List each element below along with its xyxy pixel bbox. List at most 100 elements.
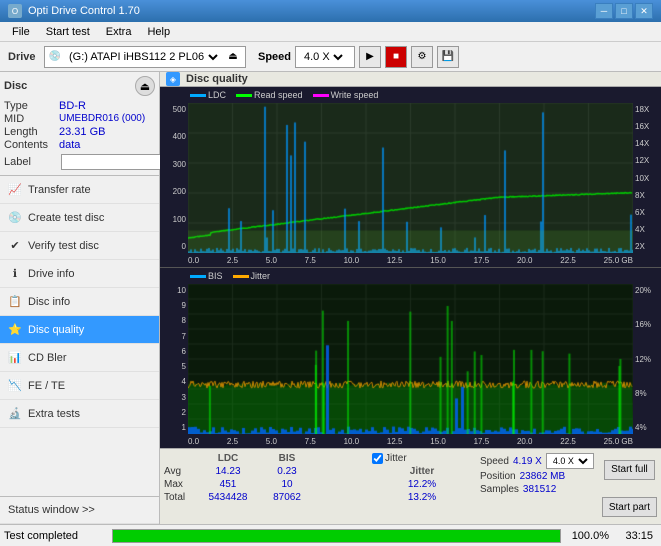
start-part-button[interactable]: Start part <box>602 497 657 517</box>
y-right-16x: 16X <box>635 122 649 131</box>
stop-button[interactable]: ■ <box>385 46 407 68</box>
title-bar: O Opti Drive Control 1.70 ─ □ ✕ <box>0 0 661 22</box>
sidebar-item-label-extra-tests: Extra tests <box>28 408 80 420</box>
drive-label: Drive <box>4 51 40 63</box>
main-layout: Disc ⏏ Type BD-R MID UMEBDR016 (000) Len… <box>0 72 661 524</box>
x-label-15: 15.0 <box>430 256 446 265</box>
stats-avg-jitter: 12.2% <box>372 479 472 490</box>
speed-stat-selector[interactable]: 4.0 X <box>546 453 594 469</box>
legend-ldc-label: LDC <box>208 90 226 100</box>
stats-total-bis: 87062 <box>262 492 312 503</box>
sidebar-item-drive-info[interactable]: ℹ Drive info <box>0 260 159 288</box>
minimize-button[interactable]: ─ <box>595 3 613 19</box>
x-label-10: 10.0 <box>344 256 360 265</box>
jitter-checkbox[interactable] <box>372 453 383 464</box>
start-full-button[interactable]: Start full <box>604 460 655 480</box>
x-label-7_5: 7.5 <box>305 256 316 265</box>
sidebar-item-transfer-rate[interactable]: 📈 Transfer rate <box>0 176 159 204</box>
sidebar-item-disc-info[interactable]: 📋 Disc info <box>0 288 159 316</box>
disc-contents-row: Contents data <box>4 139 155 151</box>
status-time: 33:15 <box>613 530 653 542</box>
stats-header-row: LDC BIS <box>164 453 364 464</box>
sidebar-item-label-disc-quality: Disc quality <box>28 324 84 336</box>
menu-file[interactable]: File <box>4 24 38 40</box>
disc-length-value: 23.31 GB <box>59 126 155 138</box>
progress-bar <box>112 529 561 543</box>
sidebar-item-label-fe-te: FE / TE <box>28 380 65 392</box>
sidebar-item-extra-tests[interactable]: 🔬 Extra tests <box>0 400 159 428</box>
legend-write-speed-color <box>313 94 329 97</box>
title-bar-controls: ─ □ ✕ <box>595 3 653 19</box>
bottom-chart-canvas <box>188 284 633 434</box>
play-button[interactable]: ▶ <box>359 46 381 68</box>
legend-bis-color <box>190 275 206 278</box>
maximize-button[interactable]: □ <box>615 3 633 19</box>
top-x-axis: 0.0 2.5 5.0 7.5 10.0 12.5 15.0 17.5 20.0… <box>160 253 661 267</box>
menu-bar: File Start test Extra Help <box>0 22 661 42</box>
drive-info-icon: ℹ <box>8 267 22 281</box>
status-window-label: Status window >> <box>8 504 95 516</box>
disc-eject-icon[interactable]: ⏏ <box>135 76 155 96</box>
legend-write-speed: Write speed <box>313 90 379 100</box>
menu-start-test[interactable]: Start test <box>38 24 98 40</box>
stats-panel: LDC BIS Avg 14.23 0.23 Max 451 10 <box>160 448 661 524</box>
save-button[interactable]: 💾 <box>437 46 459 68</box>
settings-button[interactable]: ⚙ <box>411 46 433 68</box>
close-button[interactable]: ✕ <box>635 3 653 19</box>
chart-header: ◈ Disc quality <box>160 72 661 87</box>
bottom-y-axis-right: 20% 16% 12% 8% 4% <box>633 284 661 434</box>
disc-length-label: Length <box>4 126 59 138</box>
legend-bis-label: BIS <box>208 271 223 281</box>
top-y-axis-left: 500 400 300 200 100 0 <box>160 103 188 253</box>
sidebar-item-cd-bler[interactable]: 📊 CD Bler <box>0 344 159 372</box>
y-label-500: 500 <box>173 105 186 114</box>
sidebar-item-verify-test-disc[interactable]: ✔ Verify test disc <box>0 232 159 260</box>
top-legend: LDC Read speed Write speed <box>160 87 661 103</box>
y-right-2x: 2X <box>635 242 645 251</box>
disc-mid-value: UMEBDR016 (000) <box>59 113 155 125</box>
sidebar-item-disc-quality[interactable]: ⭐ Disc quality <box>0 316 159 344</box>
stats-max-ldc: 451 <box>198 479 258 490</box>
speed-dropdown[interactable]: 4.0 X 2.0 X 6.0 X <box>300 50 346 64</box>
stats-max-label: Max <box>164 479 194 490</box>
samples-label: Samples <box>480 484 519 495</box>
x-label-0: 0.0 <box>188 256 199 265</box>
progress-bar-fill <box>113 530 560 542</box>
title-bar-left: O Opti Drive Control 1.70 <box>8 4 140 18</box>
y-right-18x: 18X <box>635 105 649 114</box>
chart-title-icon: ◈ <box>166 72 180 86</box>
drive-dropdown[interactable]: (G:) ATAPI iHBS112 2 PL06 <box>65 50 221 64</box>
status-text: Test completed <box>4 530 104 542</box>
x-label-12_5: 12.5 <box>387 256 403 265</box>
y-right-8x: 8X <box>635 191 645 200</box>
menu-help[interactable]: Help <box>139 24 178 40</box>
content-area: ◈ Disc quality LDC Read speed <box>160 72 661 524</box>
bottom-legend: BIS Jitter <box>160 268 661 284</box>
top-y-axis-right: 18X 16X 14X 12X 10X 8X 6X 4X 2X <box>633 103 661 253</box>
disc-label-label: Label <box>4 156 59 168</box>
y-right-12x: 12X <box>635 156 649 165</box>
x-label-2_5: 2.5 <box>227 256 238 265</box>
sidebar-item-create-test-disc[interactable]: 💿 Create test disc <box>0 204 159 232</box>
drive-selector[interactable]: 💿 (G:) ATAPI iHBS112 2 PL06 ⏏ <box>44 46 246 68</box>
stats-avg-row: Avg 14.23 0.23 <box>164 466 364 477</box>
stats-max-row: Max 451 10 <box>164 479 364 490</box>
jitter-label: Jitter <box>385 453 407 464</box>
header-bis: BIS <box>262 453 312 464</box>
eject-button[interactable]: ⏏ <box>225 46 241 68</box>
samples-row: Samples 381512 <box>480 484 594 495</box>
toolbar: Drive 💿 (G:) ATAPI iHBS112 2 PL06 ⏏ Spee… <box>0 42 661 72</box>
y-label-200: 200 <box>173 187 186 196</box>
status-window-button[interactable]: Status window >> <box>0 496 159 524</box>
stats-max-bis: 10 <box>262 479 312 490</box>
legend-bis: BIS <box>190 271 223 281</box>
speed-selector[interactable]: 4.0 X 2.0 X 6.0 X <box>295 46 355 68</box>
sidebar-item-fe-te[interactable]: 📉 FE / TE <box>0 372 159 400</box>
y-right-10x: 10X <box>635 174 649 183</box>
speed-stat-dropdown[interactable]: 4.0 X <box>549 455 591 467</box>
y-label-300: 300 <box>173 160 186 169</box>
top-chart-body: 500 400 300 200 100 0 18X 16X 14X 12X <box>160 103 661 253</box>
verify-test-disc-icon: ✔ <box>8 239 22 253</box>
disc-info-icon: 📋 <box>8 295 22 309</box>
menu-extra[interactable]: Extra <box>98 24 140 40</box>
